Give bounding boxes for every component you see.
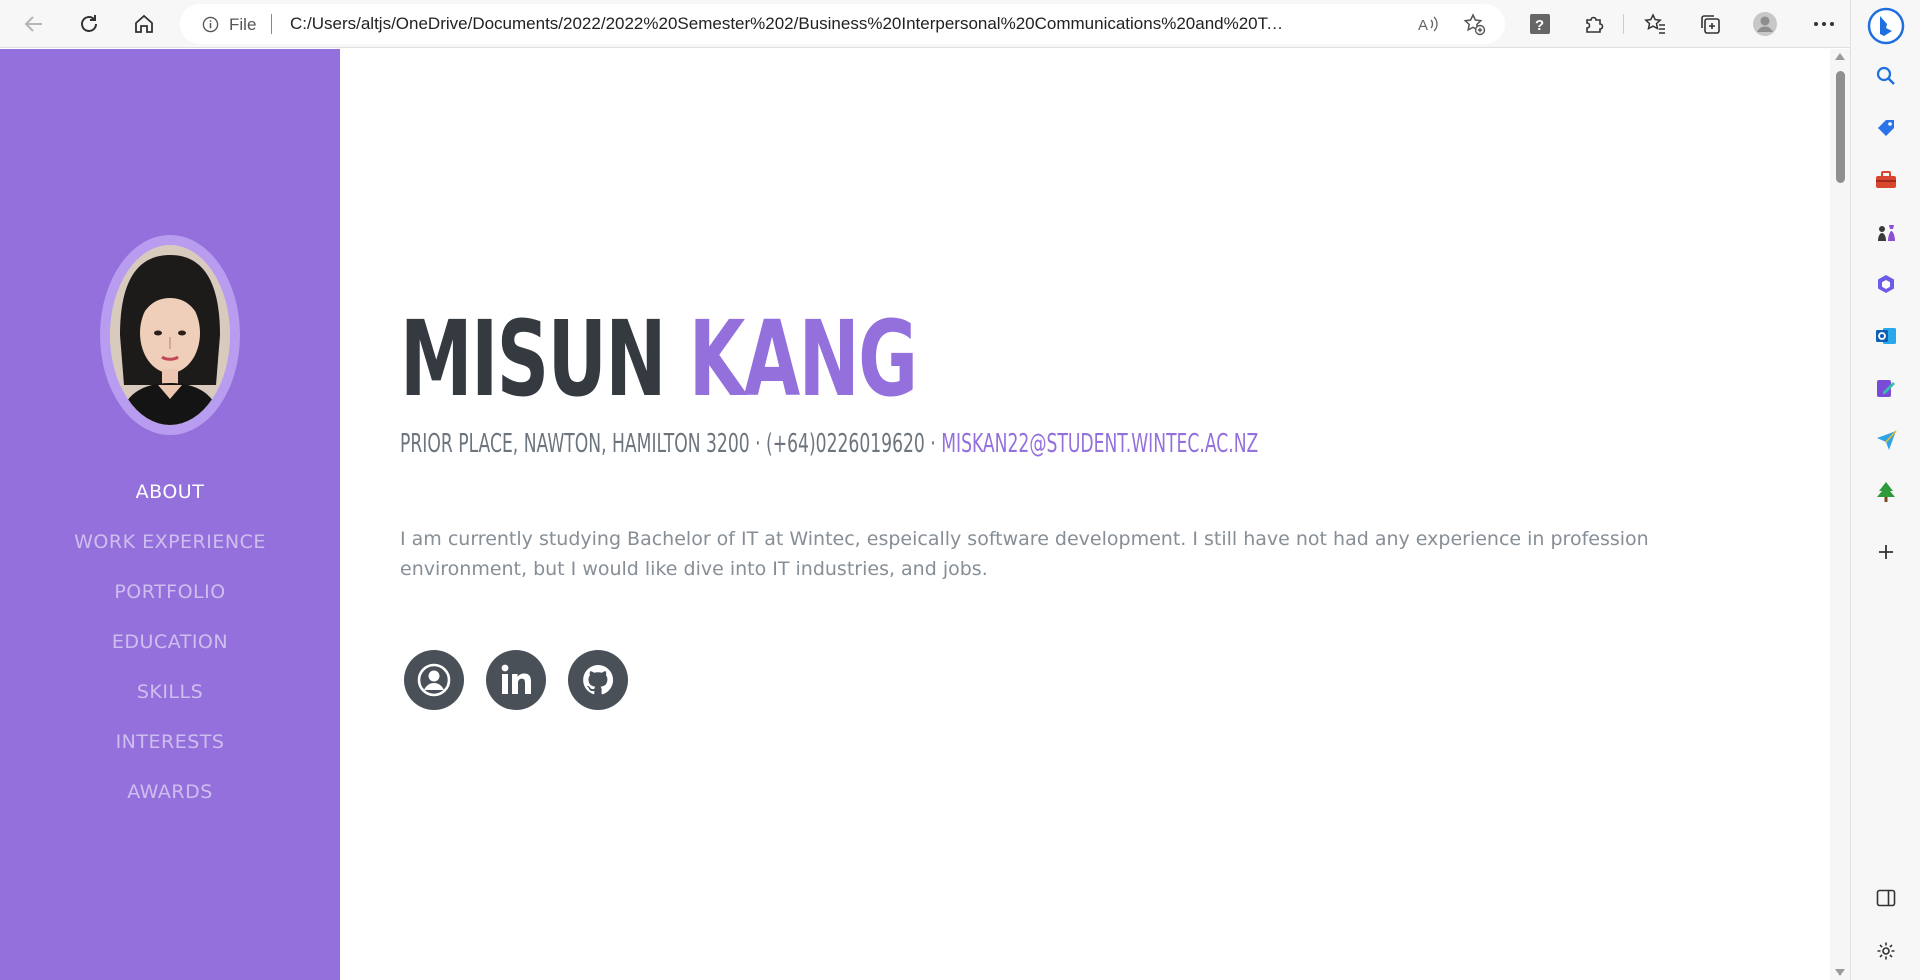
sidebar-search-button[interactable] — [1871, 61, 1901, 91]
side-navigation: ABOUT WORK EXPERIENCE PORTFOLIO EDUCATIO… — [0, 49, 340, 980]
sidebar-send-button[interactable] — [1871, 425, 1901, 455]
linkedin-button[interactable] — [486, 650, 546, 710]
first-name: MISUN — [400, 298, 666, 420]
sidebar-shopping-button[interactable] — [1871, 113, 1901, 143]
gear-icon — [1877, 942, 1895, 960]
linkedin-icon — [501, 664, 531, 694]
refresh-icon — [81, 15, 97, 32]
scrollbar-thumb[interactable] — [1836, 71, 1845, 183]
back-button[interactable] — [16, 6, 52, 42]
nav-item-about[interactable]: ABOUT — [0, 467, 340, 517]
more-dots-icon — [1814, 22, 1834, 26]
nav-item-awards[interactable]: AWARDS — [0, 767, 340, 817]
outlook-icon — [1876, 328, 1896, 344]
address-phone-text: PRIOR PLACE, NAWTON, HAMILTON 3200 · (+6… — [400, 429, 942, 459]
sidebar-designer-button[interactable] — [1871, 373, 1901, 403]
nav-item-work-experience[interactable]: WORK EXPERIENCE — [0, 517, 340, 567]
page-viewport: ABOUT WORK EXPERIENCE PORTFOLIO EDUCATIO… — [0, 49, 1850, 980]
sidebar-add-button[interactable] — [1871, 537, 1901, 567]
last-name: KANG — [688, 298, 918, 420]
favorites-icon — [1644, 13, 1665, 34]
sidebar-outlook-button[interactable] — [1871, 321, 1901, 351]
microsoft-365-icon — [1878, 275, 1894, 293]
browser-toolbar: File C:/Users/altjs/OneDrive/Documents/2… — [0, 0, 1850, 48]
paper-plane-icon — [1877, 430, 1897, 450]
svg-text:?: ? — [1535, 17, 1544, 34]
contact-info: PRIOR PLACE, NAWTON, HAMILTON 3200 · (+6… — [400, 429, 1258, 459]
address-scheme-label: File — [229, 15, 257, 34]
profile-button[interactable] — [1751, 10, 1779, 38]
settings-more-button[interactable] — [1810, 10, 1838, 38]
collections-button[interactable] — [1696, 10, 1724, 38]
plus-icon — [1879, 545, 1893, 559]
toolbox-icon — [1876, 171, 1896, 188]
search-icon — [1876, 66, 1895, 85]
info-icon[interactable] — [202, 16, 219, 33]
home-icon — [135, 14, 153, 33]
address-bar[interactable]: File C:/Users/altjs/OneDrive/Documents/2… — [180, 4, 1505, 44]
read-aloud-button[interactable]: A — [1416, 12, 1440, 36]
toolbar-divider — [1623, 14, 1624, 34]
panel-toggle-icon — [1876, 889, 1896, 907]
user-circle-icon — [417, 663, 451, 697]
nav-item-portfolio[interactable]: PORTFOLIO — [0, 567, 340, 617]
address-divider — [271, 14, 272, 34]
bing-icon — [1867, 7, 1905, 45]
add-favorite-button[interactable] — [1462, 12, 1486, 36]
sidebar-tools-button[interactable] — [1871, 165, 1901, 195]
sidebar-tree-button[interactable] — [1871, 477, 1901, 507]
star-add-icon — [1463, 13, 1486, 36]
favorites-button[interactable] — [1641, 10, 1669, 38]
nav-item-education[interactable]: EDUCATION — [0, 617, 340, 667]
designer-icon — [1877, 380, 1895, 397]
tree-icon — [1877, 482, 1895, 502]
profile-photo — [100, 235, 240, 435]
svg-text:A: A — [1418, 17, 1428, 34]
github-icon — [583, 664, 614, 695]
vertical-scrollbar[interactable] — [1830, 49, 1850, 980]
scroll-up-arrow-icon[interactable] — [1835, 53, 1845, 60]
back-arrow-icon — [24, 16, 42, 32]
puzzle-icon — [1586, 16, 1604, 33]
sidebar-m365-button[interactable] — [1871, 269, 1901, 299]
sidebar-hide-button[interactable] — [1871, 883, 1901, 913]
read-aloud-icon: A — [1418, 16, 1438, 34]
sidebar-games-button[interactable] — [1871, 217, 1901, 247]
collections-icon — [1701, 15, 1720, 34]
profile-social-button[interactable] — [404, 650, 464, 710]
sidebar-settings-button[interactable] — [1871, 936, 1901, 966]
edge-sidebar — [1850, 0, 1920, 980]
social-links — [404, 650, 628, 710]
github-button[interactable] — [568, 650, 628, 710]
chess-pieces-icon — [1878, 225, 1895, 241]
refresh-button[interactable] — [71, 6, 107, 42]
url-text[interactable]: C:/Users/altjs/OneDrive/Documents/2022/2… — [290, 14, 1290, 34]
shopping-tag-icon — [1878, 120, 1894, 136]
bio-paragraph: I am currently studying Bachelor of IT a… — [400, 528, 1649, 580]
nav-item-skills[interactable]: SKILLS — [0, 667, 340, 717]
profile-avatar-icon — [1753, 12, 1777, 36]
question-square-icon: ? — [1530, 14, 1550, 34]
home-button[interactable] — [126, 6, 162, 42]
section-nav-list: ABOUT WORK EXPERIENCE PORTFOLIO EDUCATIO… — [0, 467, 340, 817]
bing-chat-button[interactable] — [1867, 7, 1905, 45]
profile-name: MISUN KANG — [400, 307, 918, 411]
nav-item-interests[interactable]: INTERESTS — [0, 717, 340, 767]
about-section: MISUN KANG PRIOR PLACE, NAWTON, HAMILTON… — [340, 49, 1830, 980]
profile-photo-image — [110, 245, 230, 425]
extensions-button[interactable] — [1580, 10, 1608, 38]
extension-button[interactable]: ? — [1526, 10, 1554, 38]
email-link[interactable]: MISKAN22@STUDENT.WINTEC.AC.NZ — [941, 429, 1258, 459]
scroll-down-arrow-icon[interactable] — [1835, 969, 1845, 976]
